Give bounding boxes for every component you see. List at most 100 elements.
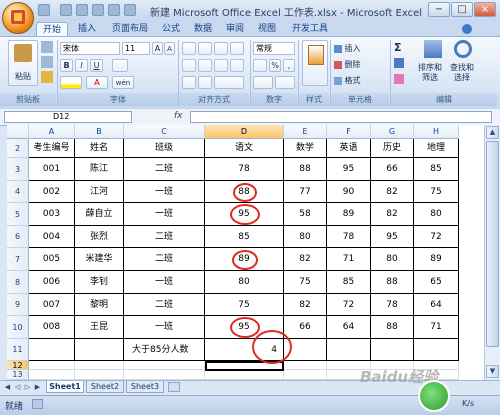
table-cell[interactable]: 陈江 — [75, 158, 124, 181]
insert-cells-button[interactable]: 插入 — [334, 43, 361, 54]
table-cell[interactable]: 77 — [284, 181, 327, 203]
table-cell[interactable]: 二班 — [124, 294, 205, 316]
table-cell[interactable]: 80 — [205, 271, 284, 294]
help-icon[interactable] — [462, 24, 472, 34]
table-cell[interactable]: 75 — [284, 271, 327, 294]
last-sheet-icon[interactable]: ▶ — [33, 382, 42, 392]
align-left-icon[interactable] — [182, 59, 196, 72]
table-cell[interactable]: 黎明 — [75, 294, 124, 316]
table-cell[interactable] — [327, 339, 371, 361]
table-cell[interactable]: 95 — [205, 203, 284, 226]
format-painter-icon[interactable] — [41, 71, 53, 83]
undo-icon[interactable] — [76, 4, 88, 16]
table-cell[interactable]: 85 — [205, 226, 284, 248]
table-cell[interactable]: 82 — [371, 181, 414, 203]
row-header-7[interactable]: 7 — [7, 248, 29, 271]
increase-indent-icon[interactable] — [198, 76, 212, 89]
table-cell[interactable]: 95 — [205, 316, 284, 339]
bold-button[interactable]: B — [60, 59, 73, 72]
table-cell[interactable]: 85 — [414, 158, 459, 181]
wrap-text-icon[interactable] — [230, 59, 244, 72]
tab-page-layout[interactable]: 页面布局 — [108, 22, 152, 36]
scroll-up-icon[interactable]: ▲ — [486, 126, 499, 139]
row-header-8[interactable]: 8 — [7, 271, 29, 294]
row-header-10[interactable]: 10 — [7, 316, 29, 339]
table-cell[interactable] — [75, 339, 124, 361]
table-cell[interactable]: 78 — [205, 158, 284, 181]
table-cell[interactable]: 80 — [284, 226, 327, 248]
table-cell[interactable]: 65 — [414, 271, 459, 294]
open-icon[interactable] — [108, 4, 120, 16]
row-header-13[interactable]: 13 — [7, 370, 29, 380]
column-header-g[interactable]: G — [371, 125, 414, 139]
column-header-h[interactable]: H — [414, 125, 459, 139]
sort-filter-icon[interactable] — [424, 40, 442, 58]
table-cell[interactable] — [414, 339, 459, 361]
header-cell[interactable]: 语文 — [205, 139, 284, 158]
table-cell[interactable] — [284, 339, 327, 361]
border-icon[interactable] — [112, 59, 128, 72]
vertical-scrollbar[interactable]: ▲ ▼ — [484, 125, 500, 380]
fill-color-icon[interactable] — [60, 76, 82, 89]
font-size-select[interactable]: 11 — [122, 42, 150, 55]
table-cell[interactable]: 二班 — [124, 158, 205, 181]
table-cell[interactable]: 72 — [327, 294, 371, 316]
close-button[interactable]: × — [474, 2, 496, 17]
customize-toolbar-icon[interactable] — [124, 4, 136, 16]
table-cell[interactable]: 89 — [414, 248, 459, 271]
tab-review[interactable]: 审阅 — [222, 22, 248, 36]
table-cell[interactable] — [371, 339, 414, 361]
table-cell[interactable]: 二班 — [124, 226, 205, 248]
table-cell[interactable]: 003 — [29, 203, 75, 226]
row-header-2[interactable]: 2 — [7, 139, 29, 158]
underline-button[interactable]: U — [90, 59, 103, 72]
table-cell[interactable]: 88 — [371, 316, 414, 339]
table-cell[interactable]: 89 — [205, 248, 284, 271]
table-cell[interactable]: 82 — [371, 203, 414, 226]
sheet-tab-2[interactable]: Sheet2 — [86, 381, 124, 393]
row-header-3[interactable]: 3 — [7, 158, 29, 181]
table-cell[interactable]: 88 — [371, 271, 414, 294]
row-header-4[interactable]: 4 — [7, 181, 29, 203]
select-all-corner[interactable] — [7, 125, 29, 139]
align-right-icon[interactable] — [214, 59, 228, 72]
table-cell[interactable]: 64 — [327, 316, 371, 339]
table-cell[interactable]: 张烈 — [75, 226, 124, 248]
tab-data[interactable]: 数据 — [190, 22, 216, 36]
row-header-12[interactable]: 12 — [7, 361, 29, 370]
italic-button[interactable]: I — [75, 59, 88, 72]
tab-view[interactable]: 视图 — [254, 22, 280, 36]
table-cell[interactable]: 005 — [29, 248, 75, 271]
shrink-font-button[interactable]: A — [164, 42, 175, 55]
header-cell[interactable]: 数学 — [284, 139, 327, 158]
table-cell[interactable] — [284, 370, 327, 380]
table-cell[interactable]: 王昆 — [75, 316, 124, 339]
styles-button[interactable] — [302, 40, 328, 86]
table-cell[interactable]: 004 — [29, 226, 75, 248]
format-cells-button[interactable]: 格式 — [334, 75, 361, 86]
table-cell[interactable] — [124, 370, 205, 380]
currency-icon[interactable] — [253, 59, 267, 72]
table-cell[interactable]: 95 — [371, 226, 414, 248]
redo-icon[interactable] — [92, 4, 104, 16]
summary-value[interactable]: 4 — [205, 339, 284, 361]
table-cell[interactable]: 71 — [327, 248, 371, 271]
table-cell[interactable]: 二班 — [124, 248, 205, 271]
column-header-b[interactable]: B — [75, 125, 124, 139]
decrease-decimal-icon[interactable] — [275, 76, 295, 89]
grow-font-button[interactable]: A — [152, 42, 163, 55]
tab-home[interactable]: 开始 — [36, 22, 68, 37]
column-header-e[interactable]: E — [284, 125, 327, 139]
header-cell[interactable]: 姓名 — [75, 139, 124, 158]
table-cell[interactable]: 85 — [327, 271, 371, 294]
minimize-button[interactable]: − — [428, 2, 450, 17]
tab-formulas[interactable]: 公式 — [158, 22, 184, 36]
table-cell[interactable]: 001 — [29, 158, 75, 181]
table-cell[interactable] — [75, 370, 124, 380]
delete-cells-button[interactable]: 删除 — [334, 59, 361, 70]
header-cell[interactable]: 英语 — [327, 139, 371, 158]
percent-button[interactable]: % — [269, 59, 281, 72]
find-select-button[interactable]: 查找和 选择 — [450, 63, 474, 83]
column-header-a[interactable]: A — [29, 125, 75, 139]
next-sheet-icon[interactable]: ▷ — [23, 382, 32, 392]
